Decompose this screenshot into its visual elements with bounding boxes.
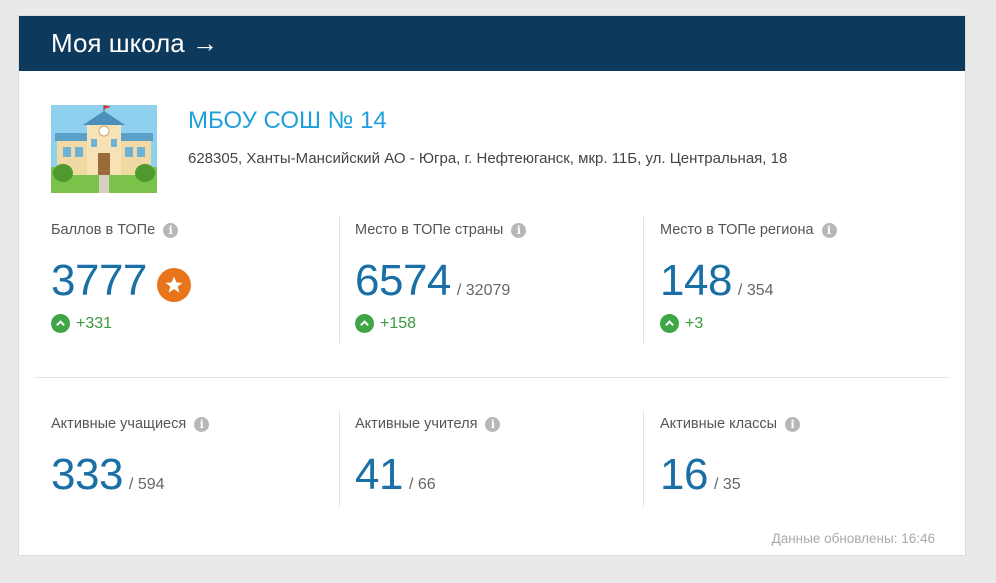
- stat-country-rank: Место в ТОПе страны i 6574 / 32079 +158: [355, 222, 645, 333]
- arrow-up-icon: [51, 314, 70, 333]
- divider: [643, 411, 644, 507]
- stat-label: Активные классы: [660, 416, 778, 432]
- info-icon[interactable]: i: [821, 222, 837, 238]
- stat-value: 41: [355, 450, 403, 499]
- arrow-up-icon: [660, 314, 679, 333]
- stat-delta: +3: [685, 314, 704, 332]
- stat-label: Активные учащиеся: [51, 416, 187, 432]
- my-school-card: Моя школа → МБОУ СОШ № 14 628305, Ханты-…: [18, 15, 966, 556]
- stat-label: Баллов в ТОПе: [51, 222, 156, 238]
- stat-active-classes: Активные классы i 16 / 35: [660, 416, 950, 500]
- info-icon[interactable]: i: [511, 222, 527, 238]
- my-school-header-link[interactable]: Моя школа →: [19, 16, 965, 71]
- info-icon[interactable]: i: [163, 222, 179, 238]
- stat-delta: +158: [380, 314, 417, 332]
- data-updated-timestamp: Данные обновлены: 16:46: [771, 531, 935, 546]
- stat-region-rank: Место в ТОПе региона i 148 / 354 +3: [660, 222, 950, 333]
- stat-label: Место в ТОПе страны: [355, 222, 504, 238]
- divider: [339, 217, 340, 343]
- info-icon[interactable]: i: [785, 416, 801, 432]
- stat-label: Активные учителя: [355, 416, 478, 432]
- stat-total: / 66: [408, 476, 436, 493]
- stat-delta: +331: [76, 314, 113, 332]
- stat-active-students: Активные учащиеся i 333 / 594: [51, 416, 341, 500]
- section-divider: [35, 377, 949, 378]
- stat-label: Место в ТОПе региона: [660, 222, 814, 238]
- star-badge-icon: [156, 268, 191, 302]
- stat-value: 16: [660, 450, 708, 499]
- stat-points-in-top: Баллов в ТОПе i 3777 +331: [51, 222, 341, 333]
- stat-total: / 35: [713, 476, 741, 493]
- stat-active-teachers: Активные учителя i 41 / 66: [355, 416, 645, 500]
- school-building-icon: [51, 105, 157, 193]
- info-icon[interactable]: i: [194, 416, 210, 432]
- school-address: 628305, Ханты-Мансийский АО - Югра, г. Н…: [188, 150, 788, 167]
- arrow-up-icon: [355, 314, 374, 333]
- stat-total: / 32079: [456, 282, 511, 299]
- stat-value: 333: [51, 450, 123, 499]
- stat-value: 3777: [51, 256, 147, 305]
- stat-total: / 354: [737, 282, 774, 299]
- stat-value: 148: [660, 256, 732, 305]
- stat-total: / 594: [128, 476, 165, 493]
- divider: [339, 411, 340, 507]
- school-name-link[interactable]: МБОУ СОШ № 14: [188, 107, 387, 135]
- stat-value: 6574: [355, 256, 451, 305]
- divider: [643, 217, 644, 343]
- info-icon[interactable]: i: [485, 416, 501, 432]
